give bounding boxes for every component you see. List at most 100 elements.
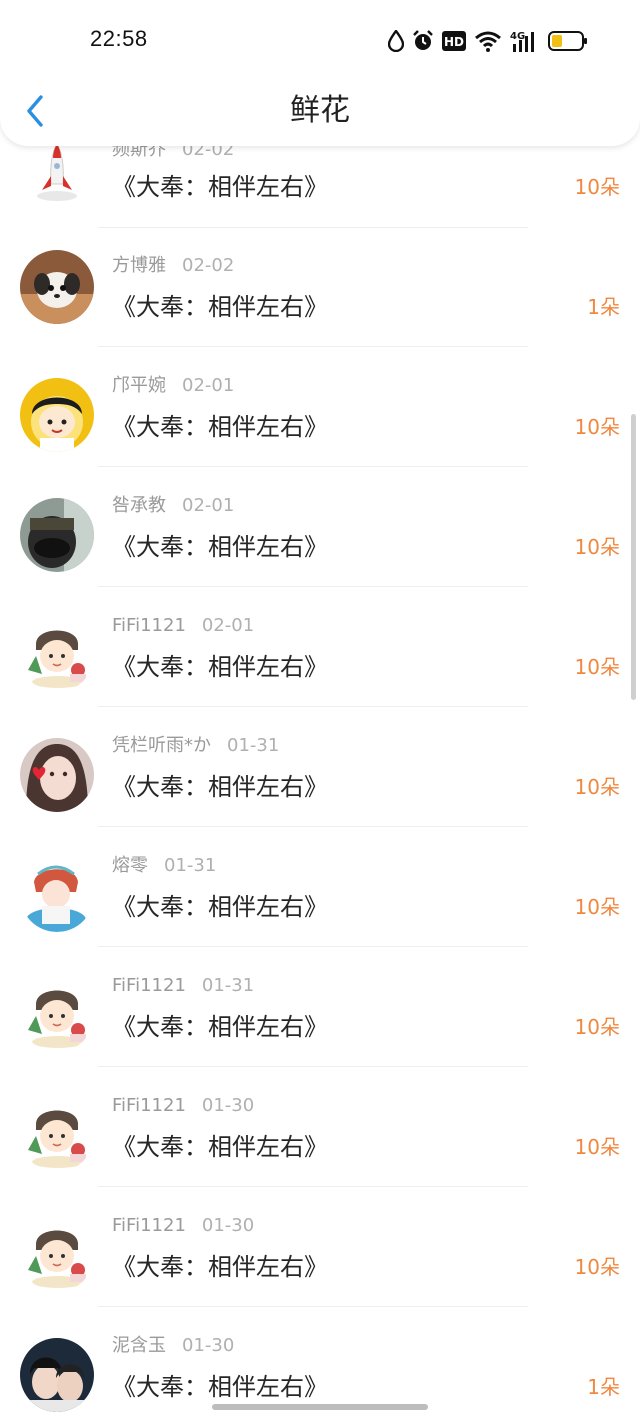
avatar	[20, 1338, 94, 1412]
item-date: 01-30	[201, 1095, 255, 1116]
user-name[interactable]: FiFi1121	[112, 615, 186, 636]
list-item[interactable]: FiFi1121 02-01 《大奉：相伴左右》 10朵	[0, 588, 640, 708]
water-drop-icon	[388, 30, 404, 52]
avatar	[20, 378, 94, 452]
user-name[interactable]: 熔零	[112, 855, 148, 876]
item-meta: 邝平婉 02-01	[112, 374, 234, 398]
item-meta: FiFi1121 01-30	[112, 1094, 254, 1118]
item-date: 02-01	[182, 495, 235, 516]
book-title: 《大奉：相伴左右》	[112, 773, 328, 801]
user-name[interactable]: 方博雅	[112, 255, 166, 276]
divider	[98, 466, 528, 467]
hd-label: HD	[444, 35, 464, 49]
list-item[interactable]: 凭栏听雨*か 01-31 《大奉：相伴左右》 10朵	[0, 708, 640, 828]
item-date: 02-02	[182, 255, 235, 276]
flower-count: 10朵	[574, 535, 620, 559]
book-title: 《大奉：相伴左右》	[112, 1373, 328, 1401]
divider	[98, 586, 528, 587]
item-meta: 凭栏听雨*か 01-31	[112, 734, 279, 758]
item-date: 02-01	[182, 375, 235, 396]
scrollbar[interactable]	[631, 414, 636, 700]
list-item[interactable]: 方博雅 02-02 《大奉：相伴左右》 1朵	[0, 228, 640, 348]
user-name[interactable]: FiFi1121	[112, 1095, 186, 1116]
chibi-boy-avatar-icon	[20, 978, 94, 1052]
divider	[98, 1306, 528, 1307]
list-item[interactable]: 邝平婉 02-01 《大奉：相伴左右》 10朵	[0, 348, 640, 468]
chibi-boy-avatar-icon	[20, 1218, 94, 1292]
avatar	[20, 738, 94, 812]
avatar	[20, 498, 94, 572]
item-meta: 泥含玉 01-30	[112, 1334, 234, 1358]
hd-icon: HD	[442, 31, 466, 51]
list-item[interactable]: FiFi1121 01-30 《大奉：相伴左右》 10朵	[0, 1068, 640, 1188]
divider	[98, 946, 528, 947]
item-meta: 方博雅 02-02	[112, 254, 234, 278]
list-item[interactable]: FiFi1121 01-30 《大奉：相伴左右》 10朵	[0, 1188, 640, 1308]
book-title: 《大奉：相伴左右》	[112, 413, 328, 441]
user-name[interactable]: FiFi1121	[112, 975, 186, 996]
status-icons: HD 4G	[388, 28, 588, 54]
avatar	[20, 858, 94, 932]
flower-count: 1朵	[587, 295, 620, 319]
book-title: 《大奉：相伴左右》	[112, 293, 328, 321]
girl-photo-avatar-icon	[20, 738, 94, 812]
book-title: 《大奉：相伴左右》	[112, 1013, 328, 1041]
item-date: 01-30	[201, 1215, 255, 1236]
flower-count: 10朵	[574, 175, 620, 199]
flower-count: 10朵	[574, 1255, 620, 1279]
top-header: 22:58 HD 4G 鲜花	[0, 0, 640, 146]
network-label: 4G	[510, 31, 525, 42]
item-meta: FiFi1121 01-30	[112, 1214, 254, 1238]
flower-count: 10朵	[574, 655, 620, 679]
book-title: 《大奉：相伴左右》	[112, 1253, 328, 1281]
item-date: 01-31	[227, 735, 280, 756]
item-date: 01-31	[201, 975, 255, 996]
cartoon-girl-avatar-icon	[20, 378, 94, 452]
item-meta: FiFi1121 02-01	[112, 614, 254, 638]
alarm-icon	[412, 30, 434, 52]
book-title: 《大奉：相伴左右》	[112, 1133, 328, 1161]
masked-person-avatar-icon	[20, 498, 94, 572]
book-title: 《大奉：相伴左右》	[112, 533, 328, 561]
home-indicator[interactable]	[212, 1404, 428, 1410]
book-title: 《大奉：相伴左右》	[112, 173, 328, 201]
avatar	[20, 1098, 94, 1172]
flower-count: 10朵	[574, 775, 620, 799]
anime-boy-avatar-icon	[20, 858, 94, 932]
user-name[interactable]: 凭栏听雨*か	[112, 735, 211, 756]
flower-count: 10朵	[574, 415, 620, 439]
chibi-boy-avatar-icon	[20, 1098, 94, 1172]
item-meta: 熔零 01-31	[112, 854, 216, 878]
list-item[interactable]: 咎承教 02-01 《大奉：相伴左右》 10朵	[0, 468, 640, 588]
item-meta: 咎承教 02-01	[112, 494, 234, 518]
signal-4g-icon: 4G	[510, 30, 540, 52]
list-item[interactable]: FiFi1121 01-31 《大奉：相伴左右》 10朵	[0, 948, 640, 1068]
book-title: 《大奉：相伴左右》	[112, 893, 328, 921]
wifi-icon	[474, 30, 502, 52]
chibi-boy-avatar-icon	[20, 618, 94, 692]
puppy-avatar-icon	[20, 250, 94, 324]
user-name[interactable]: FiFi1121	[112, 1215, 186, 1236]
divider	[98, 1186, 528, 1187]
user-name[interactable]: 邝平婉	[112, 375, 166, 396]
flower-count: 10朵	[574, 895, 620, 919]
user-name[interactable]: 泥含玉	[112, 1335, 166, 1356]
divider	[98, 346, 528, 347]
flowers-screen: 频斯乔 02-02 《大奉：相伴左右》 10朵 方博雅 02-02 《大奉：相伴…	[0, 0, 640, 1422]
list-item[interactable]: 熔零 01-31 《大奉：相伴左右》 10朵	[0, 828, 640, 948]
user-name[interactable]: 咎承教	[112, 495, 166, 516]
book-title: 《大奉：相伴左右》	[112, 653, 328, 681]
battery-icon	[548, 30, 588, 52]
item-date: 02-01	[201, 615, 255, 636]
avatar	[20, 1218, 94, 1292]
divider	[98, 1066, 528, 1067]
item-meta: FiFi1121 01-31	[112, 974, 254, 998]
couple-photo-avatar-icon	[20, 1338, 94, 1412]
avatar	[20, 250, 94, 324]
avatar	[20, 618, 94, 692]
item-date: 01-31	[164, 855, 217, 876]
divider	[98, 706, 528, 707]
flower-count: 10朵	[574, 1015, 620, 1039]
status-time: 22:58	[90, 26, 148, 51]
page-title: 鲜花	[290, 93, 350, 128]
